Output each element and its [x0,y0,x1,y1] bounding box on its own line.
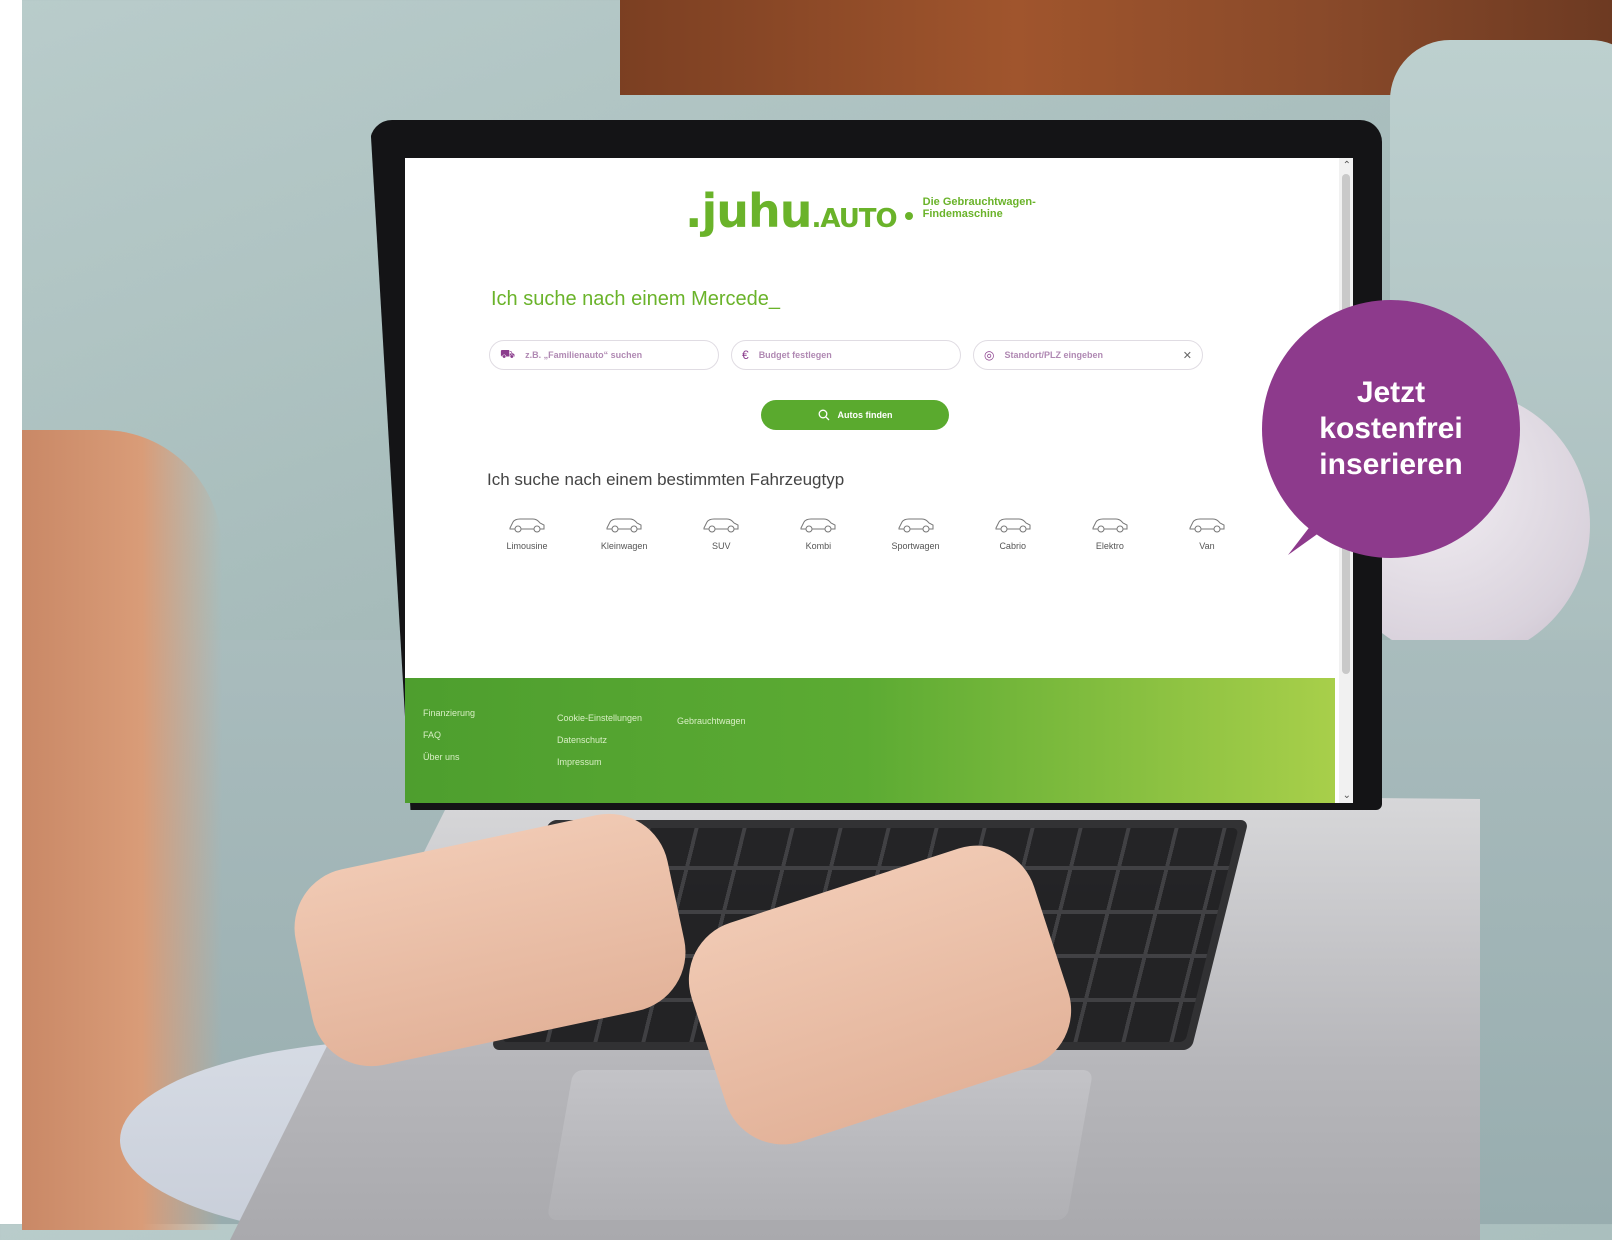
vehicle-type-suv[interactable]: SUV [681,513,761,551]
vehicle-type-label: Limousine [506,541,548,551]
logo-mark: .juhu.AUTO [685,188,898,234]
car-icon [606,518,642,533]
budget-field[interactable]: € [731,340,961,370]
vehicle-type-label: Cabrio [999,541,1026,551]
juhu-auto-logo[interactable]: .juhu.AUTO Die Gebrauchtwagen- Findemasc… [685,188,1036,234]
chevron-down-icon[interactable]: ⌄ [1343,790,1351,801]
vehicle-type-label: Kombi [805,541,832,551]
search-bar: ⛟ € ◎ ✕ [489,340,1203,370]
find-cars-button[interactable]: Autos finden [761,400,949,430]
euro-icon: € [742,348,749,362]
laptop-screen: .juhu.AUTO Die Gebrauchtwagen- Findemasc… [405,158,1353,803]
car-icon [703,518,739,533]
vehicle-type-elektro[interactable]: Elektro [1070,513,1150,551]
search-icon [818,409,829,421]
location-pin-icon: ◎ [984,348,995,362]
vehicle-type-limousine[interactable]: Limousine [487,513,567,551]
footer-column-2: Cookie-Einstellungen Datenschutz Impressum [557,713,642,767]
vehicle-type-kombi[interactable]: Kombi [778,513,858,551]
chevron-up-icon[interactable]: ⌃ [1343,160,1351,171]
footer-link[interactable]: Über uns [423,752,475,762]
car-icon [509,518,545,533]
promo-bubble[interactable]: Jetzt kostenfrei inserieren [1262,300,1520,558]
footer-link[interactable]: FAQ [423,730,475,740]
query-field[interactable]: ⛟ [489,340,719,370]
footer-link[interactable]: Cookie-Einstellungen [557,713,642,723]
logo-claim-line1: Die Gebrauchtwagen- [922,195,1036,208]
vehicle-type-label: Van [1199,541,1215,551]
vehicle-types-heading: Ich suche nach einem bestimmten Fahrzeug… [487,470,845,489]
vehicle-type-kleinwagen[interactable]: Kleinwagen [584,513,664,551]
find-cars-label: Autos finden [837,410,893,420]
footer-link[interactable]: Finanzierung [423,708,475,718]
search-headline: Ich suche nach einem Mercede_ [491,288,781,310]
vehicle-type-label: Sportwagen [891,541,940,551]
promo-line-2: kostenfrei [1319,412,1463,445]
vehicle-type-list: Limousine Kleinwagen SUV Kombi Sportwagen Cab… [487,513,1247,551]
logo-claim-line2: Findemaschine [922,207,1003,220]
footer-link[interactable]: Impressum [557,757,642,767]
promo-line-3: inserieren [1319,448,1463,481]
footer-column-1: Finanzierung FAQ Über uns [423,708,475,762]
car-icon [1092,518,1128,533]
logo-claim: Die Gebrauchtwagen- Findemaschine [923,196,1036,220]
footer-link[interactable]: Gebrauchtwagen [677,716,746,726]
footer-link[interactable]: Datenschutz [557,735,642,745]
promo-line-1: Jetzt [1356,376,1426,409]
car-icon [1189,518,1225,533]
vehicle-type-label: SUV [712,541,731,551]
car-icon [995,518,1031,533]
close-icon[interactable]: ✕ [1183,349,1192,362]
site-footer: Finanzierung FAQ Über uns Cookie-Einstellu… [405,678,1335,803]
location-input[interactable] [1002,349,1183,361]
vehicle-type-van[interactable]: Van [1167,513,1247,551]
vehicle-type-cabrio[interactable]: Cabrio [973,513,1053,551]
image-left-border [0,0,22,1224]
vehicle-type-sportwagen[interactable]: Sportwagen [876,513,956,551]
logo-dot [904,212,913,220]
budget-input[interactable] [756,349,950,361]
logo-suffix: .AUTO [811,204,898,234]
car-icon [898,518,934,533]
car-icon: ⛟ [500,347,516,361]
query-input[interactable] [523,349,708,361]
logo-mark-text: .juhu [685,184,812,238]
location-field[interactable]: ◎ ✕ [973,340,1203,370]
car-icon [800,518,836,533]
vehicle-type-label: Kleinwagen [600,541,648,551]
promo-bubble-text: Jetzt kostenfrei inserieren [1291,375,1491,483]
footer-column-3: Gebrauchtwagen [677,716,746,726]
vehicle-type-label: Elektro [1095,541,1124,551]
